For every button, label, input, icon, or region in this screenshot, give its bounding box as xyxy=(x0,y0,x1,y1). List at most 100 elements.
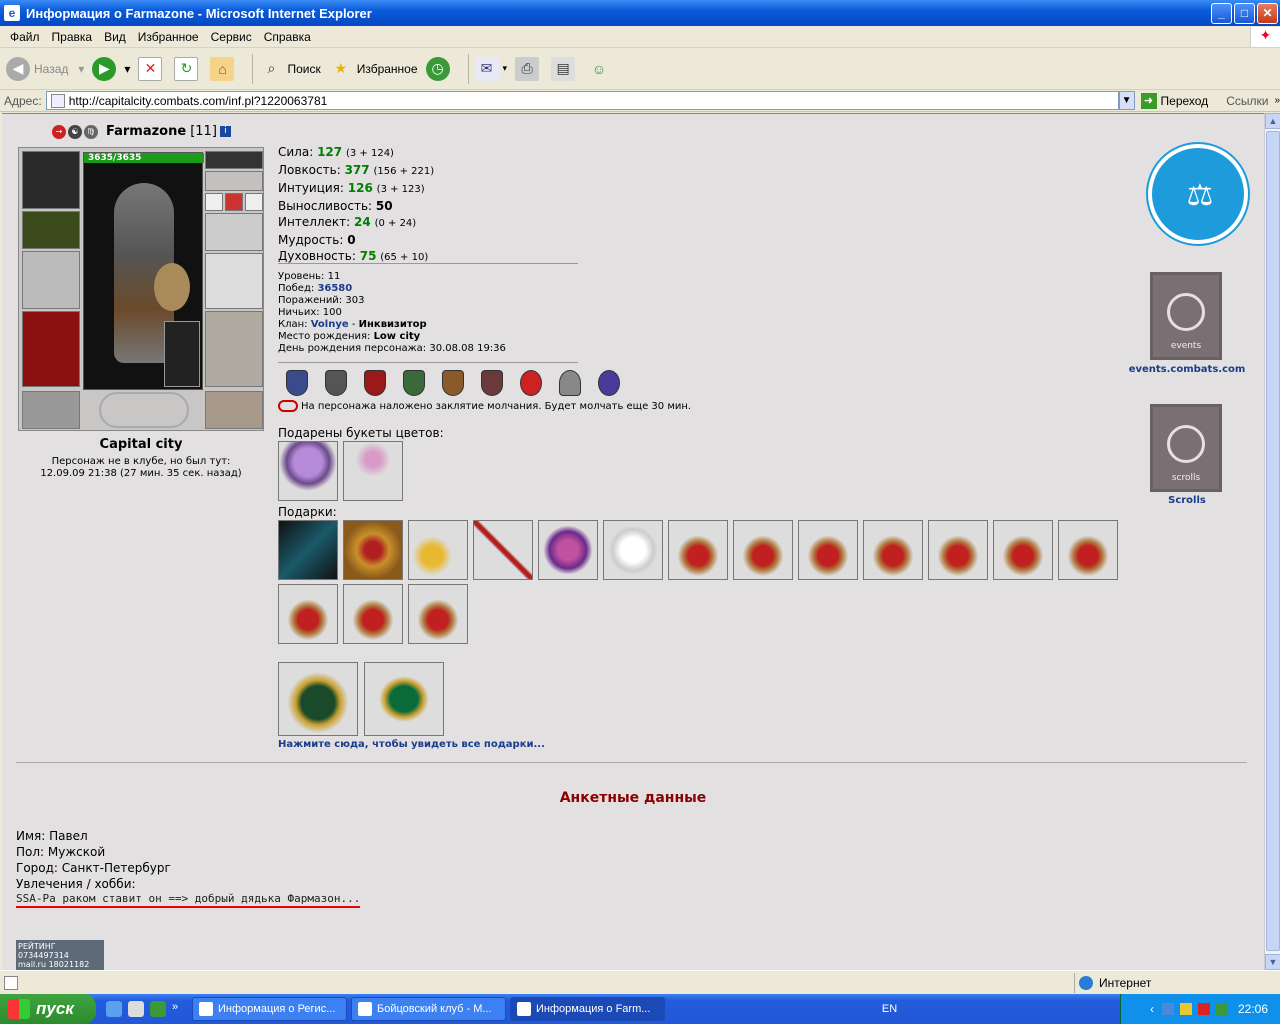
emblem-icon[interactable] xyxy=(286,370,308,396)
taskbar-item[interactable]: Бойцовский клуб - М... xyxy=(351,997,506,1021)
tray-chevron-icon[interactable]: ‹ xyxy=(1150,1002,1154,1016)
gift-item[interactable] xyxy=(343,520,403,580)
clan-link[interactable]: Volnye xyxy=(311,319,349,330)
gift-item[interactable] xyxy=(798,520,858,580)
emblem-icon[interactable] xyxy=(520,370,542,396)
quicklaunch-chevron-icon[interactable]: » xyxy=(172,1001,182,1017)
forward-button[interactable]: ▶ ▾ xyxy=(92,56,130,81)
close-button[interactable]: ✕ xyxy=(1257,2,1278,24)
menu-favorites[interactable]: Избранное xyxy=(132,30,205,44)
armor-cloak-slot[interactable] xyxy=(22,311,80,387)
shield-tray-icon[interactable] xyxy=(1179,1003,1192,1015)
info-icon[interactable]: i xyxy=(219,126,231,137)
go-button[interactable]: ➜ Переход xyxy=(1140,92,1208,109)
emblem-icon[interactable] xyxy=(364,370,386,396)
helmet-slot[interactable] xyxy=(22,151,80,209)
mail-ru-counter[interactable]: РЕЙТИНГ 0734497314 mail.ru 18021182 4810… xyxy=(16,940,104,970)
shield-slot[interactable] xyxy=(205,253,263,309)
emblem-icon[interactable] xyxy=(481,370,503,396)
weapon-axe-slot[interactable] xyxy=(22,251,80,309)
arrow-icon[interactable]: → xyxy=(52,124,66,139)
clock[interactable]: 22:06 xyxy=(1238,1002,1268,1016)
gift-item[interactable] xyxy=(473,520,533,580)
gift-item[interactable] xyxy=(603,520,663,580)
menu-view[interactable]: Вид xyxy=(98,30,132,44)
emblem-icon[interactable] xyxy=(559,370,581,396)
address-dropdown-icon[interactable]: ▼ xyxy=(1118,91,1135,110)
emblem-icon[interactable] xyxy=(325,370,347,396)
scrolls-banner[interactable]: scrolls xyxy=(1150,404,1222,492)
refresh-button[interactable]: ↻ xyxy=(174,56,202,81)
gift-item[interactable] xyxy=(408,520,468,580)
menu-file[interactable]: Файл xyxy=(4,30,46,44)
gift-item[interactable] xyxy=(863,520,923,580)
bracers-slot[interactable] xyxy=(22,211,80,249)
print-button[interactable]: ⎙ xyxy=(515,56,543,81)
leggings-slot[interactable] xyxy=(205,311,263,387)
events-link[interactable]: events.combats.com xyxy=(1122,364,1252,375)
back-button[interactable]: ◀ Назад ▾ xyxy=(6,56,84,81)
menu-tools[interactable]: Сервис xyxy=(205,30,258,44)
gift-item[interactable] xyxy=(343,584,403,644)
forward-dropdown-icon[interactable]: ▾ xyxy=(124,62,130,76)
scroll-down-icon[interactable]: ▼ xyxy=(1265,954,1280,970)
menu-edit[interactable]: Правка xyxy=(46,30,99,44)
start-button[interactable]: пуск xyxy=(0,994,96,1024)
edit-button[interactable]: ▤ xyxy=(551,56,579,81)
ring-slot-3[interactable] xyxy=(245,193,263,211)
antivirus-tray-icon[interactable] xyxy=(1197,1003,1210,1015)
messenger-button[interactable]: ☺ xyxy=(587,57,615,81)
taskbar-item-active[interactable]: Информация о Farm... xyxy=(510,997,665,1021)
address-input[interactable]: http://capitalcity.combats.com/inf.pl?12… xyxy=(45,91,1119,110)
gift-item[interactable] xyxy=(993,520,1053,580)
minimize-button[interactable]: _ xyxy=(1211,2,1232,24)
links-button[interactable]: Ссылки xyxy=(1226,94,1268,108)
ring-slot-2[interactable] xyxy=(225,193,243,211)
gloves-slot[interactable] xyxy=(205,213,263,251)
earring-slot[interactable] xyxy=(205,151,263,169)
menu-help[interactable]: Справка xyxy=(258,30,317,44)
gift-item[interactable] xyxy=(408,584,468,644)
stop-button[interactable]: ✕ xyxy=(138,56,166,81)
flower-bouquet[interactable] xyxy=(343,441,403,501)
home-button[interactable]: ⌂ xyxy=(210,56,238,81)
mail-dropdown-icon[interactable]: ▾ xyxy=(503,63,508,74)
belt-slot[interactable] xyxy=(22,391,80,429)
gift-item[interactable] xyxy=(668,520,728,580)
flower-bouquet[interactable] xyxy=(278,441,338,501)
mail-button[interactable]: ✉ ▾ xyxy=(474,56,508,81)
ie-quicklaunch-icon[interactable] xyxy=(106,1001,122,1017)
gift-item[interactable] xyxy=(928,520,988,580)
history-button[interactable]: ◷ xyxy=(425,56,454,81)
events-banner[interactable]: events xyxy=(1150,272,1222,360)
links-chevron-icon[interactable]: » xyxy=(1274,95,1280,106)
boots-slot[interactable] xyxy=(205,391,263,429)
wins-link[interactable]: 36580 xyxy=(317,283,352,294)
scrolls-link[interactable]: Scrolls xyxy=(1122,495,1252,506)
search-button[interactable]: ⌕ Поиск xyxy=(259,57,321,81)
gift-item[interactable] xyxy=(1058,520,1118,580)
gift-item[interactable] xyxy=(278,662,358,736)
amulet-slot[interactable] xyxy=(205,171,263,191)
emblem-icon[interactable] xyxy=(598,370,620,396)
scroll-up-icon[interactable]: ▲ xyxy=(1265,113,1280,129)
gift-item[interactable] xyxy=(733,520,793,580)
app-quicklaunch-icon[interactable] xyxy=(150,1001,166,1017)
vertical-scrollbar[interactable]: ▲ ▼ xyxy=(1264,113,1280,970)
language-indicator[interactable]: EN xyxy=(882,1003,897,1015)
maximize-button[interactable]: □ xyxy=(1234,2,1255,24)
scroll-thumb[interactable] xyxy=(1266,131,1280,951)
alignment-badge[interactable]: ⚖ xyxy=(1148,144,1248,244)
messenger-tray-icon[interactable] xyxy=(1215,1003,1228,1015)
all-gifts-link[interactable]: Нажмите сюда, чтобы увидеть все подарки.… xyxy=(278,739,545,750)
network-tray-icon[interactable] xyxy=(1161,1003,1174,1015)
gift-item[interactable] xyxy=(278,584,338,644)
back-dropdown-icon[interactable]: ▾ xyxy=(78,62,84,76)
desktop-quicklaunch-icon[interactable] xyxy=(128,1001,144,1017)
gift-item[interactable] xyxy=(364,662,444,736)
emblem-icon[interactable] xyxy=(403,370,425,396)
ring-slot-1[interactable] xyxy=(205,193,223,211)
emblem-icon[interactable] xyxy=(442,370,464,396)
gift-item[interactable] xyxy=(538,520,598,580)
taskbar-item[interactable]: Информация о Регис... xyxy=(192,997,347,1021)
